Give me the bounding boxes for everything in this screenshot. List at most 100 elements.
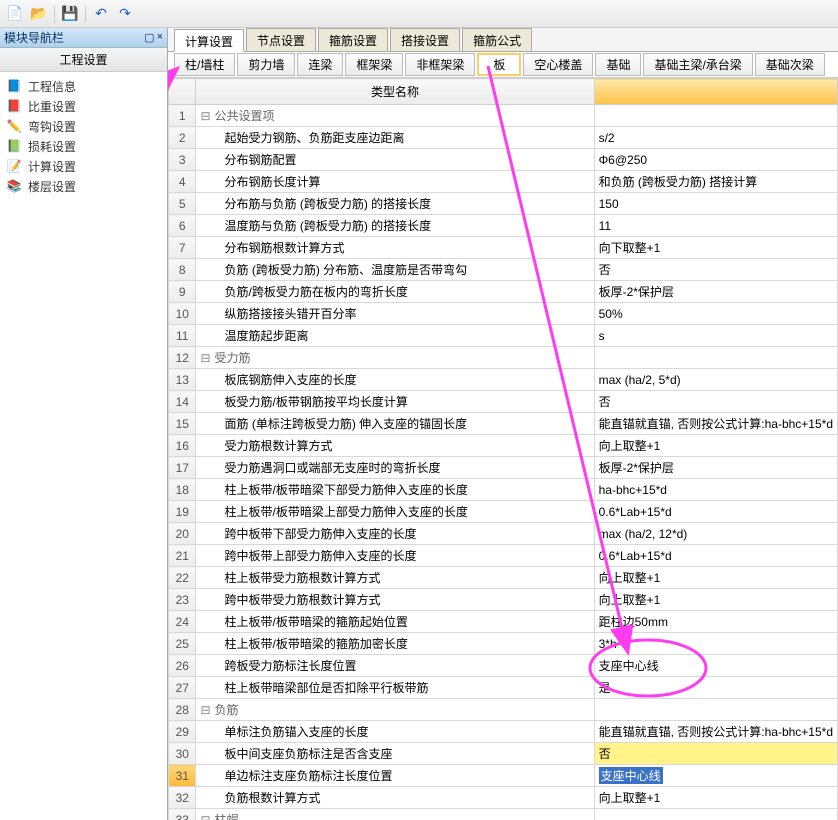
cell-value[interactable]: 和负筋 (跨板受力筋) 搭接计算 bbox=[594, 171, 837, 193]
grid-row[interactable]: 3分布钢筋配置Φ6@250 bbox=[169, 149, 838, 171]
col-header-rownum[interactable] bbox=[169, 79, 196, 105]
row-number[interactable]: 32 bbox=[169, 787, 196, 809]
row-number[interactable]: 28 bbox=[169, 699, 196, 721]
cell-name[interactable]: 单边标注支座负筋标注长度位置 bbox=[196, 765, 594, 787]
category-btn-3[interactable]: 框架梁 bbox=[345, 53, 403, 76]
cell-value[interactable] bbox=[594, 347, 837, 369]
sidebar-item-5[interactable]: 📚楼层设置 bbox=[6, 176, 161, 196]
row-number[interactable]: 31 bbox=[169, 765, 196, 787]
open-icon[interactable]: 📂 bbox=[28, 3, 50, 25]
sidebar-item-4[interactable]: 📝计算设置 bbox=[6, 156, 161, 176]
cell-value[interactable]: 能直锚就直锚, 否则按公式计算:ha-bhc+15*d bbox=[594, 721, 837, 743]
cell-name[interactable]: 跨中板带下部受力筋伸入支座的长度 bbox=[196, 523, 594, 545]
grid-row[interactable]: 26跨板受力筋标注长度位置支座中心线 bbox=[169, 655, 838, 677]
grid-row[interactable]: 24柱上板带/板带暗梁的箍筋起始位置距柱边50mm bbox=[169, 611, 838, 633]
row-number[interactable]: 10 bbox=[169, 303, 196, 325]
cell-name[interactable]: 跨中板带上部受力筋伸入支座的长度 bbox=[196, 545, 594, 567]
row-number[interactable]: 11 bbox=[169, 325, 196, 347]
grid-row[interactable]: 25柱上板带/板带暗梁的箍筋加密长度3*h bbox=[169, 633, 838, 655]
category-btn-5[interactable]: 板 bbox=[477, 53, 521, 76]
grid-row[interactable]: 2起始受力钢筋、负筋距支座边距离s/2 bbox=[169, 127, 838, 149]
grid-row[interactable]: 7分布钢筋根数计算方式向下取整+1 bbox=[169, 237, 838, 259]
sidebar-header[interactable]: 工程设置 bbox=[0, 48, 167, 72]
category-btn-8[interactable]: 基础主梁/承台梁 bbox=[643, 53, 752, 76]
row-number[interactable]: 5 bbox=[169, 193, 196, 215]
row-number[interactable]: 29 bbox=[169, 721, 196, 743]
grid-row[interactable]: 29单标注负筋锚入支座的长度能直锚就直锚, 否则按公式计算:ha-bhc+15*… bbox=[169, 721, 838, 743]
cell-value[interactable]: 向上取整+1 bbox=[594, 589, 837, 611]
grid-row[interactable]: 30板中间支座负筋标注是否含支座否 bbox=[169, 743, 838, 765]
grid-row[interactable]: 16受力筋根数计算方式向上取整+1 bbox=[169, 435, 838, 457]
cell-name[interactable]: 面筋 (单标注跨板受力筋) 伸入支座的锚固长度 bbox=[196, 413, 594, 435]
cell-name[interactable]: 受力筋遇洞口或端部无支座时的弯折长度 bbox=[196, 457, 594, 479]
row-number[interactable]: 8 bbox=[169, 259, 196, 281]
cell-value[interactable] bbox=[594, 809, 837, 820]
cell-value[interactable] bbox=[594, 105, 837, 127]
cell-name[interactable]: 负筋/跨板受力筋在板内的弯折长度 bbox=[196, 281, 594, 303]
cell-value[interactable]: 150 bbox=[594, 193, 837, 215]
row-number[interactable]: 1 bbox=[169, 105, 196, 127]
grid-row[interactable]: 8负筋 (跨板受力筋) 分布筋、温度筋是否带弯勾否 bbox=[169, 259, 838, 281]
cell-value[interactable]: s/2 bbox=[594, 127, 837, 149]
grid-row[interactable]: 31单边标注支座负筋标注长度位置支座中心线 bbox=[169, 765, 838, 787]
collapse-icon[interactable]: ⊟ bbox=[200, 351, 210, 365]
category-btn-4[interactable]: 非框架梁 bbox=[405, 53, 475, 76]
grid-row[interactable]: 1⊟公共设置项 bbox=[169, 105, 838, 127]
grid-row[interactable]: 5分布筋与负筋 (跨板受力筋) 的搭接长度150 bbox=[169, 193, 838, 215]
sidebar-close-icon[interactable]: × bbox=[157, 31, 163, 44]
row-number[interactable]: 30 bbox=[169, 743, 196, 765]
row-number[interactable]: 22 bbox=[169, 567, 196, 589]
cell-value[interactable]: 50% bbox=[594, 303, 837, 325]
row-number[interactable]: 4 bbox=[169, 171, 196, 193]
sidebar-item-0[interactable]: 📘工程信息 bbox=[6, 76, 161, 96]
cell-value[interactable]: 0.6*Lab+15*d bbox=[594, 501, 837, 523]
grid-row[interactable]: 33⊟柱帽 bbox=[169, 809, 838, 820]
cell-value[interactable]: Φ6@250 bbox=[594, 149, 837, 171]
row-number[interactable]: 19 bbox=[169, 501, 196, 523]
cell-name[interactable]: 板受力筋/板带钢筋按平均长度计算 bbox=[196, 391, 594, 413]
row-number[interactable]: 25 bbox=[169, 633, 196, 655]
tab-4[interactable]: 箍筋公式 bbox=[462, 28, 532, 51]
row-number[interactable]: 15 bbox=[169, 413, 196, 435]
tab-1[interactable]: 节点设置 bbox=[246, 28, 316, 51]
cell-name[interactable]: 温度筋起步距离 bbox=[196, 325, 594, 347]
cell-value[interactable] bbox=[594, 699, 837, 721]
col-header-name[interactable]: 类型名称 bbox=[196, 79, 594, 105]
row-number[interactable]: 6 bbox=[169, 215, 196, 237]
cell-name[interactable]: 柱上板带受力筋根数计算方式 bbox=[196, 567, 594, 589]
row-number[interactable]: 2 bbox=[169, 127, 196, 149]
sidebar-item-2[interactable]: ✏️弯钩设置 bbox=[6, 116, 161, 136]
grid-row[interactable]: 17受力筋遇洞口或端部无支座时的弯折长度板厚-2*保护层 bbox=[169, 457, 838, 479]
settings-grid[interactable]: 类型名称 1⊟公共设置项2起始受力钢筋、负筋距支座边距离s/23分布钢筋配置Φ6… bbox=[168, 78, 838, 820]
cell-name[interactable]: 分布钢筋长度计算 bbox=[196, 171, 594, 193]
undo-icon[interactable]: ↶ bbox=[90, 3, 112, 25]
row-number[interactable]: 12 bbox=[169, 347, 196, 369]
row-number[interactable]: 20 bbox=[169, 523, 196, 545]
tab-3[interactable]: 搭接设置 bbox=[390, 28, 460, 51]
cell-value[interactable]: 向上取整+1 bbox=[594, 787, 837, 809]
cell-value[interactable]: 向上取整+1 bbox=[594, 435, 837, 457]
cell-value[interactable]: max (ha/2, 5*d) bbox=[594, 369, 837, 391]
grid-row[interactable]: 32负筋根数计算方式向上取整+1 bbox=[169, 787, 838, 809]
cell-name[interactable]: 温度筋与负筋 (跨板受力筋) 的搭接长度 bbox=[196, 215, 594, 237]
row-number[interactable]: 3 bbox=[169, 149, 196, 171]
tab-2[interactable]: 箍筋设置 bbox=[318, 28, 388, 51]
grid-row[interactable]: 27柱上板带暗梁部位是否扣除平行板带筋是 bbox=[169, 677, 838, 699]
cell-value[interactable]: s bbox=[594, 325, 837, 347]
cell-value[interactable]: 3*h bbox=[594, 633, 837, 655]
tab-0[interactable]: 计算设置 bbox=[174, 29, 244, 52]
grid-row[interactable]: 18柱上板带/板带暗梁下部受力筋伸入支座的长度ha-bhc+15*d bbox=[169, 479, 838, 501]
cell-name[interactable]: 跨板受力筋标注长度位置 bbox=[196, 655, 594, 677]
cell-name[interactable]: 纵筋搭接接头错开百分率 bbox=[196, 303, 594, 325]
row-number[interactable]: 23 bbox=[169, 589, 196, 611]
grid-row[interactable]: 15面筋 (单标注跨板受力筋) 伸入支座的锚固长度能直锚就直锚, 否则按公式计算… bbox=[169, 413, 838, 435]
row-number[interactable]: 21 bbox=[169, 545, 196, 567]
row-number[interactable]: 33 bbox=[169, 809, 196, 820]
row-number[interactable]: 14 bbox=[169, 391, 196, 413]
row-number[interactable]: 16 bbox=[169, 435, 196, 457]
new-icon[interactable]: 📄 bbox=[4, 3, 26, 25]
grid-row[interactable]: 6温度筋与负筋 (跨板受力筋) 的搭接长度11 bbox=[169, 215, 838, 237]
cell-name[interactable]: 起始受力钢筋、负筋距支座边距离 bbox=[196, 127, 594, 149]
cell-name[interactable]: ⊟受力筋 bbox=[196, 347, 594, 369]
row-number[interactable]: 13 bbox=[169, 369, 196, 391]
